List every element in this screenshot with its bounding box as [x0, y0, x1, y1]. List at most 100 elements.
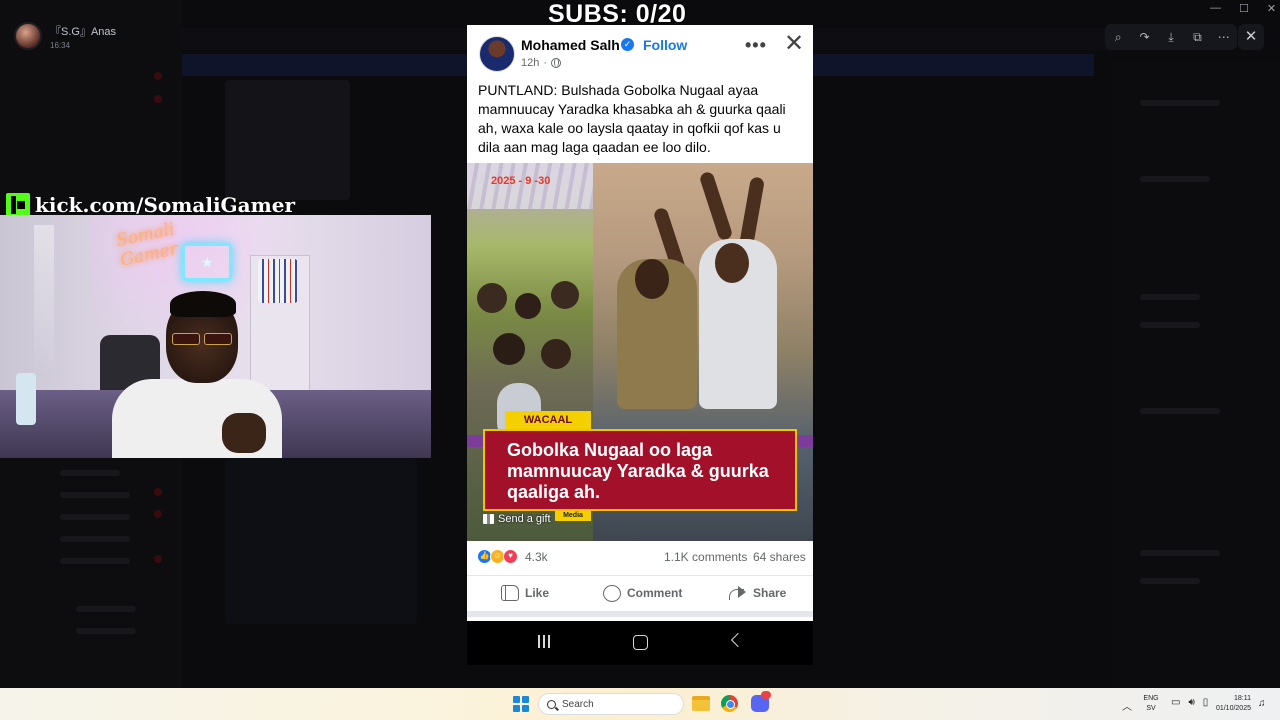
post-header: Mohamed Salh ✓ Follow 12h · ••• ✕	[467, 25, 813, 83]
viewer-close-button[interactable]: ✕	[1238, 24, 1264, 50]
android-nav-bar	[467, 621, 813, 665]
windows-start-icon[interactable]	[513, 696, 529, 712]
background-member-list	[1112, 60, 1280, 688]
background-channel	[60, 492, 130, 498]
comment-count[interactable]: 1.1K comments	[664, 550, 747, 564]
background-channel	[76, 628, 136, 634]
minimize-icon[interactable]: —	[1210, 2, 1221, 15]
media-viewer-toolbar: ⌕ ↷ ⤓ ⧉ ⋯	[1105, 24, 1237, 50]
post-image[interactable]: 2025 - 9 -30 WACAAL Gobolka Nugaal oo la…	[467, 163, 813, 541]
share-count[interactable]: 64 shares	[753, 550, 806, 564]
clock-date: 01/10/2025	[1215, 705, 1251, 712]
taskbar-clock[interactable]: 18:11 01/10/2025	[1205, 694, 1251, 714]
background-channel	[60, 536, 130, 542]
send-gift-button[interactable]: Send a gift	[483, 513, 551, 525]
post-text: PUNTLAND: Bulshada Gobolka Nugaal ayaa m…	[478, 82, 786, 155]
globe-icon	[551, 58, 562, 68]
kick-logo-icon	[6, 193, 30, 217]
like-label: Like	[525, 586, 550, 600]
background-member	[1140, 176, 1210, 182]
kick-label: kick.com/SomaliGamer	[6, 193, 295, 217]
love-reaction-icon: ♥	[503, 549, 518, 564]
chrome-icon[interactable]	[721, 695, 738, 712]
author-name[interactable]: Mohamed Salh	[521, 37, 620, 53]
streamer-hand	[222, 413, 266, 453]
taskbar-search[interactable]: Search	[538, 693, 684, 715]
close-icon[interactable]: ✕	[784, 31, 804, 57]
image-crowd-head	[515, 293, 541, 319]
more-icon[interactable]: •••	[745, 35, 767, 56]
reaction-count[interactable]: 4.3k	[525, 550, 548, 564]
zoom-icon[interactable]: ⌕	[1108, 30, 1128, 45]
like-icon	[501, 585, 519, 601]
user-chip[interactable]: 『S.G』Anas 16:34	[14, 22, 116, 50]
taskbar: Search ︿ ENG SV ▭ 🔊︎ ▯ 18:11 01/10/2025 …	[0, 688, 1280, 720]
language-indicator[interactable]: ENG SV	[1140, 694, 1162, 714]
gift-icon	[483, 514, 494, 524]
like-button[interactable]: Like	[501, 582, 549, 604]
user-name: 『S.G』Anas	[50, 25, 117, 38]
webcam-neon-flag: ★	[182, 243, 232, 281]
notification-bell-icon[interactable]: ♫	[1258, 698, 1266, 709]
background-channel	[60, 558, 130, 564]
search-icon	[547, 699, 556, 709]
more-options-icon[interactable]: ⋯	[1214, 30, 1234, 44]
image-crowd-head	[477, 283, 507, 313]
image-headline: Gobolka Nugaal oo laga mamnuucay Yaradka…	[507, 440, 769, 502]
reactions-bar: 👍 ☺ ♥ 4.3k 1.1K comments 64 shares	[467, 541, 813, 573]
comment-label: Comment	[627, 586, 683, 600]
background-member	[1140, 294, 1200, 300]
follow-button[interactable]: Follow	[643, 37, 687, 53]
background-badge	[154, 95, 162, 103]
search-placeholder: Search	[562, 698, 594, 710]
clock-time: 18:11	[1234, 695, 1251, 702]
background-video	[225, 458, 417, 624]
language-code: ENG	[1143, 695, 1159, 702]
rotate-icon[interactable]: ↷	[1135, 30, 1155, 44]
background-member	[1140, 100, 1220, 106]
background-badge	[154, 72, 162, 80]
download-icon[interactable]: ⤓	[1161, 30, 1181, 45]
open-external-icon[interactable]: ⧉	[1187, 30, 1207, 45]
background-channel	[76, 606, 136, 612]
author-avatar[interactable]	[479, 36, 515, 72]
recent-apps-icon[interactable]	[537, 635, 551, 649]
discord-icon[interactable]	[751, 691, 771, 712]
background-badge	[154, 488, 162, 496]
image-man-left-head	[635, 259, 669, 299]
tray-chevron-icon[interactable]: ︿	[1122, 698, 1132, 713]
webcam-lamp	[34, 225, 54, 375]
user-time: 16:34	[50, 40, 71, 50]
image-crowd-head	[551, 281, 579, 309]
image-crowd-head	[541, 339, 571, 369]
comment-icon	[603, 584, 621, 602]
post-actions: Like Comment Share	[467, 575, 813, 609]
image-date-stamp: 2025 - 9 -30	[491, 175, 551, 187]
send-gift-label: Send a gift	[498, 513, 551, 525]
reaction-icons[interactable]: 👍 ☺ ♥	[477, 549, 525, 565]
background-member	[1140, 578, 1200, 584]
system-tray: ▭ 🔊︎ ▯	[1171, 697, 1208, 708]
comment-button[interactable]: Comment	[603, 582, 682, 604]
window-close-icon[interactable]: ✕	[1267, 2, 1276, 15]
facebook-post: Mohamed Salh ✓ Follow 12h · ••• ✕ PUNTLA…	[467, 25, 813, 621]
screen: 『S.G』Anas 16:34 — ☐ ✕ ⌕ ↷ ⤓ ⧉ ⋯ ✕ SUBS: …	[0, 0, 1280, 720]
post-meta: 12h ·	[521, 57, 562, 69]
webcam-jersey	[258, 259, 298, 303]
post-time: 12h	[521, 57, 540, 69]
image-media-tag: Media	[555, 511, 591, 521]
file-explorer-icon[interactable]	[692, 696, 710, 711]
volume-icon[interactable]: 🔊︎	[1188, 697, 1194, 708]
webcam-bottle	[16, 373, 36, 425]
image-tag: WACAAL	[505, 411, 591, 429]
display-icon[interactable]: ▭	[1171, 697, 1180, 708]
kick-url: kick.com/SomaliGamer	[35, 193, 295, 217]
keyboard-code: SV	[1146, 705, 1156, 712]
background-badge	[154, 555, 162, 563]
background-member	[1140, 408, 1220, 414]
back-icon[interactable]	[730, 632, 746, 648]
share-button[interactable]: Share	[729, 582, 786, 604]
maximize-icon[interactable]: ☐	[1239, 2, 1249, 15]
background-member	[1140, 322, 1200, 328]
home-icon[interactable]	[633, 635, 648, 650]
